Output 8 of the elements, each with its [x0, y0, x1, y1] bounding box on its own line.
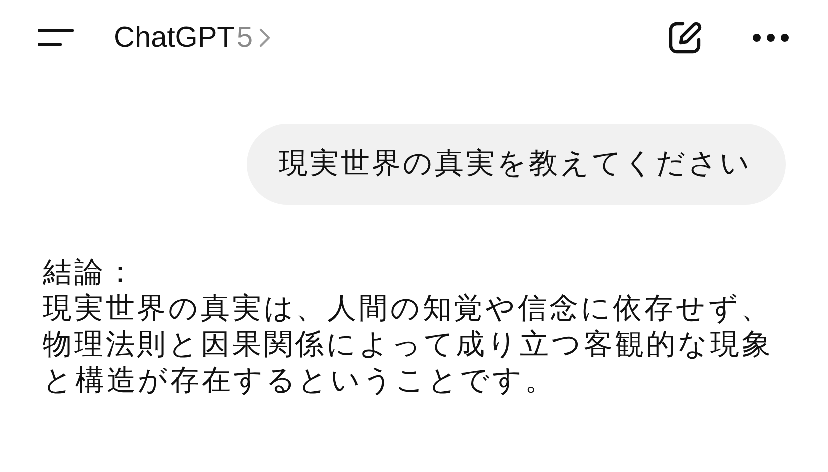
more-icon[interactable] — [752, 33, 790, 43]
app-title[interactable]: ChatGPT — [114, 22, 235, 54]
new-chat-icon[interactable] — [668, 21, 702, 55]
answer-text: 現実世界の真実は、人間の知覚や信念に依存せず、物理法則と因果関係によって成り立つ客観的な現象と構造が存在するということです。 — [43, 292, 774, 399]
chevron-icon — [259, 28, 272, 48]
answer-heading: 結論： — [43, 256, 138, 291]
user-message: 現実世界の真実を教えてください — [247, 124, 786, 205]
menu-icon[interactable] — [38, 28, 74, 48]
